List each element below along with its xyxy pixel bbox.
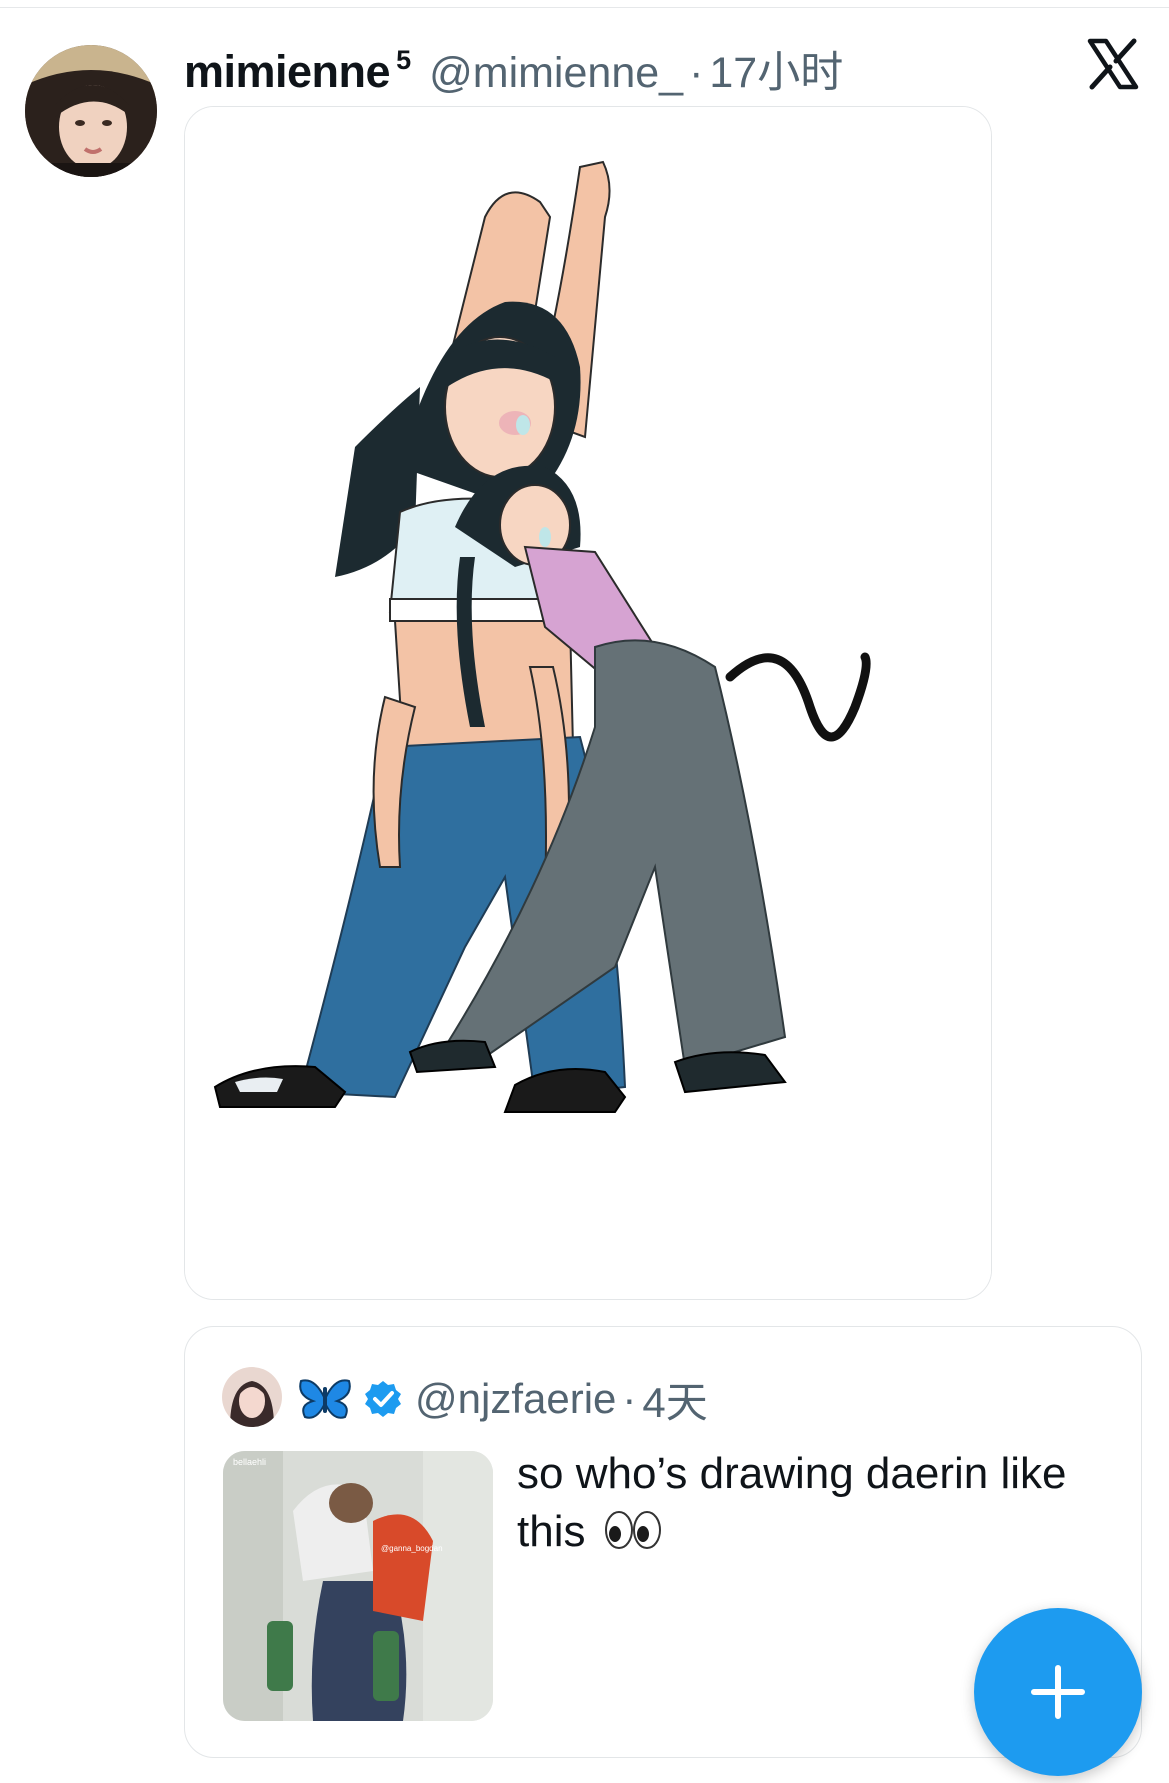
quoted-tweet-text: so who’s drawing daerin like this bbox=[517, 1445, 1117, 1561]
separator-dot: · bbox=[689, 49, 704, 97]
butterfly-icon bbox=[297, 1375, 353, 1423]
tweet-header: mimienne 5 @mimienne_ · 17小时 bbox=[184, 38, 843, 98]
compose-button[interactable] bbox=[974, 1608, 1142, 1776]
quoted-media-thumbnail[interactable]: bellaehli @ganna_bogdan bbox=[223, 1451, 493, 1721]
thumbnail-watermark: bellaehli bbox=[233, 1457, 266, 1467]
quoted-author-handle[interactable]: @njzfaerie bbox=[415, 1375, 616, 1423]
plus-icon bbox=[1031, 1665, 1085, 1719]
author-handle[interactable]: @mimienne_ bbox=[429, 49, 683, 98]
tweet-timestamp[interactable]: 17小时 bbox=[709, 38, 843, 100]
quoted-tweet-body: so who’s drawing daerin like this bbox=[517, 1449, 1067, 1556]
thumbnail-watermark: @ganna_bogdan bbox=[381, 1544, 443, 1553]
quoted-tweet-header: @njzfaerie · 4天 bbox=[297, 1371, 708, 1427]
quoted-tweet-timestamp[interactable]: 4天 bbox=[642, 1369, 707, 1430]
author-avatar[interactable] bbox=[25, 45, 157, 177]
top-divider bbox=[0, 7, 1169, 8]
separator-dot: · bbox=[622, 1375, 637, 1422]
eyes-icon bbox=[604, 1508, 662, 1552]
name-badge: 5 bbox=[396, 45, 412, 75]
author-avatar-image bbox=[25, 45, 157, 177]
tweet-media-card[interactable] bbox=[184, 106, 992, 1300]
display-name[interactable]: mimienne bbox=[184, 46, 391, 98]
quoted-author-avatar[interactable] bbox=[222, 1367, 282, 1427]
x-logo-icon bbox=[1087, 38, 1139, 90]
verified-badge-icon bbox=[363, 1379, 403, 1419]
drawing-image bbox=[185, 107, 991, 1299]
